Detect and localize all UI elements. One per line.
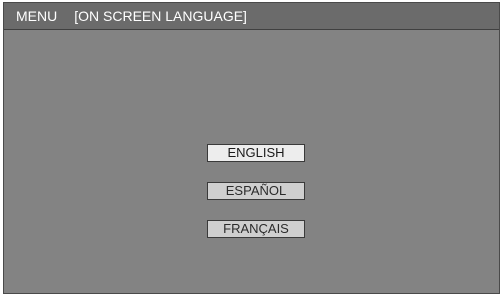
osd-screen: MENU [ON SCREEN LANGUAGE] ENGLISH ESPAÑO…: [3, 2, 500, 294]
menu-label: MENU: [16, 8, 58, 24]
menu-header: MENU [ON SCREEN LANGUAGE]: [4, 3, 499, 30]
language-option-english[interactable]: ENGLISH: [207, 144, 305, 162]
language-option-francais[interactable]: FRANÇAIS: [207, 220, 305, 238]
language-option-espanol[interactable]: ESPAÑOL: [207, 182, 305, 200]
screen-title: [ON SCREEN LANGUAGE]: [74, 8, 247, 24]
